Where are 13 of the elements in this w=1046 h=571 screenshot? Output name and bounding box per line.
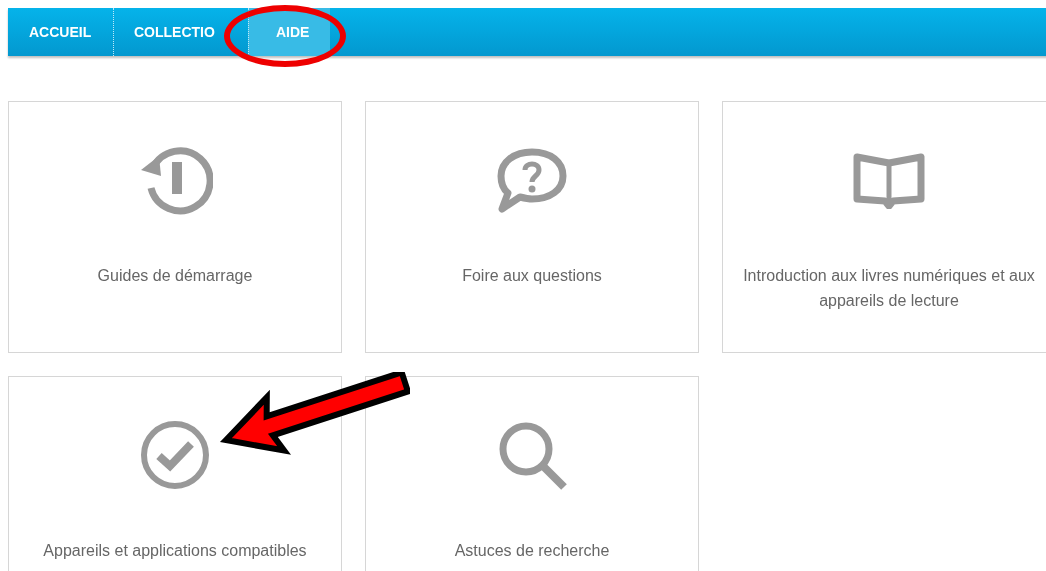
card-label: Guides de démarrage [96, 266, 254, 286]
card-label: Introduction aux livres numériques et aux appareils de lecture [742, 266, 1036, 311]
card-label: Astuces de recherche [453, 541, 611, 561]
help-card[interactable]: Guides de démarrage [8, 101, 342, 353]
open-book-icon [853, 150, 925, 209]
help-card[interactable]: Appareils et applications compatibles [8, 376, 342, 571]
check-circle-icon [139, 418, 211, 491]
card-label: Appareils et applications compatibles [42, 541, 308, 561]
help-card[interactable]: Astuces de recherche [365, 376, 699, 571]
speech-bubble-question-icon [496, 146, 568, 213]
help-card[interactable]: Foire aux questions [365, 101, 699, 353]
help-card[interactable]: Introduction aux livres numériques et aux appareils de lecture [722, 101, 1046, 353]
card-label: Foire aux questions [461, 266, 603, 286]
